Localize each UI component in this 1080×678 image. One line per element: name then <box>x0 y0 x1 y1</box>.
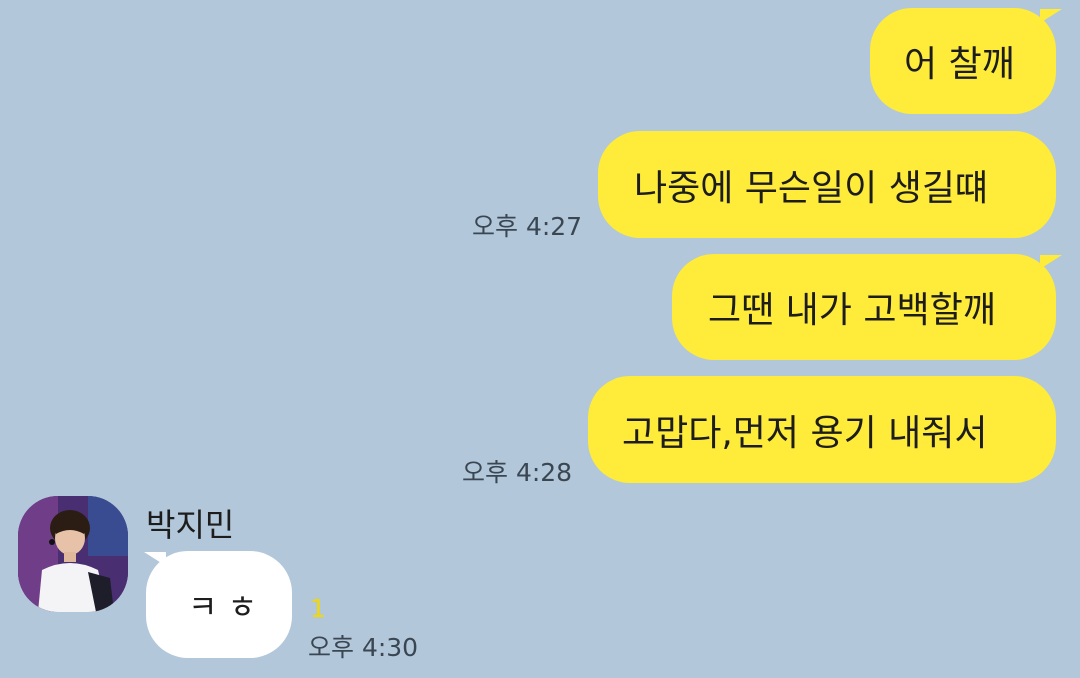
message-timestamp: 오후 4:28 <box>462 458 573 487</box>
sent-message-bubble[interactable]: 어 찰깨 <box>870 8 1056 114</box>
message-timestamp: 오후 4:30 <box>308 633 419 662</box>
message-text: 그땐 내가 고백할깨 <box>708 290 996 331</box>
bubble-tail <box>1040 9 1062 23</box>
received-message-bubble[interactable]: ㅋ ㅎ <box>146 551 292 658</box>
bubble-tail <box>1040 255 1062 269</box>
message-text: ㅋ ㅎ <box>188 587 258 626</box>
message-text: 고맙다,먼저 용기 내줘서 <box>622 412 988 454</box>
profile-photo-icon <box>18 496 128 612</box>
message-text: 나중에 무슨일이 생길떄 <box>634 167 989 209</box>
unread-count: 1 <box>310 594 326 623</box>
sent-message-bubble[interactable]: 나중에 무슨일이 생길떄 <box>598 131 1056 238</box>
message-text: 어 찰깨 <box>904 44 1015 85</box>
avatar[interactable] <box>18 496 128 612</box>
sender-name: 박지민 <box>146 506 235 544</box>
sent-message-bubble[interactable]: 고맙다,먼저 용기 내줘서 <box>588 376 1056 483</box>
message-timestamp: 오후 4:27 <box>472 212 583 241</box>
sent-message-bubble[interactable]: 그땐 내가 고백할깨 <box>672 254 1056 360</box>
